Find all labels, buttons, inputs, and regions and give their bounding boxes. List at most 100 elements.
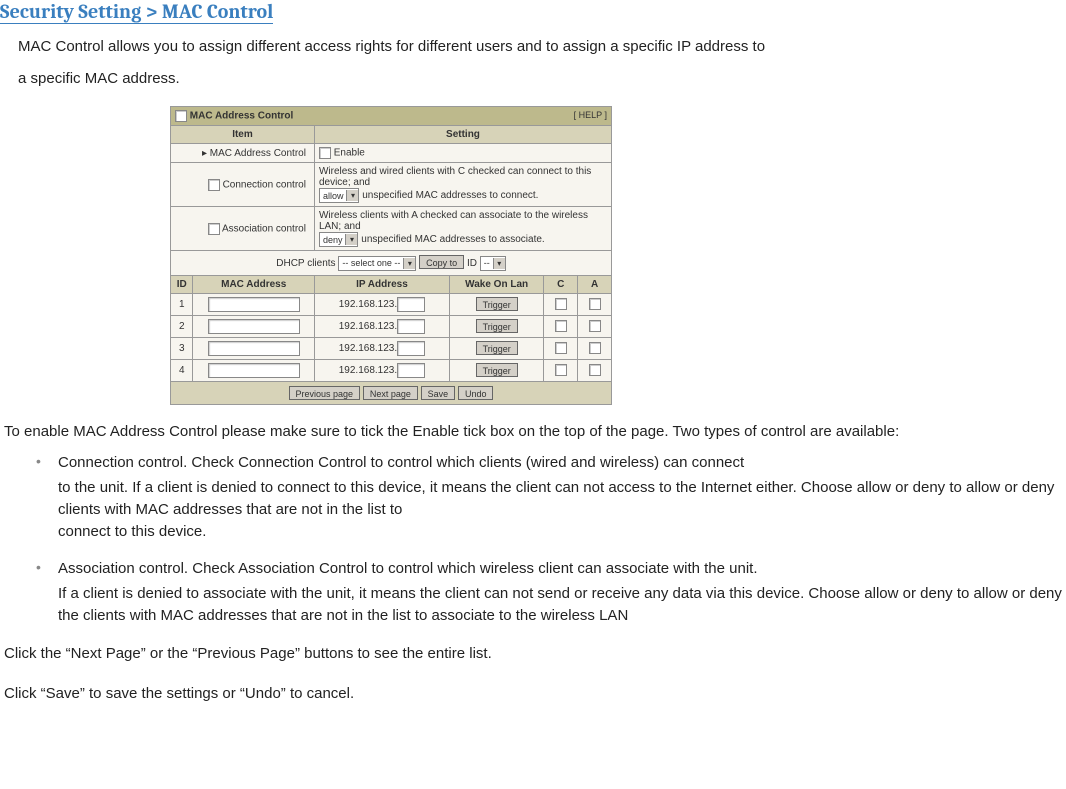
connection-control-checkbox[interactable] — [208, 179, 220, 191]
ip-cell: 192.168.123. — [314, 293, 449, 315]
assoc-policy-value: deny — [323, 235, 343, 245]
wol-cell: Trigger — [449, 359, 543, 381]
c-cell — [544, 359, 578, 381]
a-checkbox[interactable] — [589, 320, 601, 332]
row-id: 4 — [171, 359, 193, 381]
association-control-label: Association control — [222, 223, 306, 234]
assoc-text2: unspecified MAC addresses to associate. — [361, 234, 544, 245]
control-types-list: Connection control. Check Connection Con… — [36, 451, 1066, 627]
a-cell — [578, 293, 612, 315]
trigger-button[interactable]: Trigger — [476, 297, 518, 311]
ip-cell: 192.168.123. — [314, 315, 449, 337]
ip-cell: 192.168.123. — [314, 337, 449, 359]
row-id: 2 — [171, 315, 193, 337]
panel-collapse-icon[interactable] — [175, 110, 187, 122]
c-checkbox[interactable] — [555, 298, 567, 310]
mac-input[interactable] — [208, 319, 300, 334]
intro-para-2: a specific MAC address. — [18, 66, 1066, 92]
enable-checkbox[interactable] — [319, 147, 331, 159]
assoc-policy-select[interactable]: deny ▾ — [319, 232, 359, 247]
a-cell — [578, 337, 612, 359]
mac-cell — [193, 293, 314, 315]
ip-suffix-input[interactable] — [397, 319, 425, 334]
conn-text1: Wireless and wired clients with C checke… — [319, 166, 591, 188]
conn-policy-select[interactable]: allow ▾ — [319, 188, 360, 203]
nav-instruction: Click the “Next Page” or the “Previous P… — [4, 641, 1066, 667]
footer-buttons: Previous page Next page Save Undo — [171, 381, 612, 404]
trigger-button[interactable]: Trigger — [476, 319, 518, 333]
dhcp-label: DHCP clients — [276, 258, 335, 269]
a-checkbox[interactable] — [589, 342, 601, 354]
mac-input[interactable] — [208, 341, 300, 356]
ip-prefix: 192.168.123. — [339, 299, 397, 310]
grid-h-id: ID — [171, 275, 193, 293]
table-row: 1 192.168.123. Trigger — [171, 293, 612, 315]
id-select[interactable]: -- ▾ — [480, 256, 506, 271]
col-setting-header: Setting — [314, 126, 611, 144]
dhcp-select[interactable]: -- select one -- ▾ — [338, 256, 416, 271]
id-label: ID — [467, 258, 477, 269]
mac-control-label: ▸ MAC Address Control — [171, 144, 315, 163]
enable-label: Enable — [334, 148, 365, 159]
connection-control-cell: Connection control — [171, 163, 315, 207]
a-cell — [578, 359, 612, 381]
association-control-item: Association control. Check Association C… — [36, 557, 1066, 627]
wol-cell: Trigger — [449, 337, 543, 359]
intro-para-1: MAC Control allows you to assign differe… — [18, 34, 1066, 60]
assoc-text1: Wireless clients with A checked can asso… — [319, 210, 588, 232]
trigger-button[interactable]: Trigger — [476, 363, 518, 377]
chevron-down-icon: ▾ — [346, 190, 358, 201]
table-row: 2 192.168.123. Trigger — [171, 315, 612, 337]
assoc-body: If a client is denied to associate with … — [58, 583, 1066, 627]
conn-text2: unspecified MAC addresses to connect. — [362, 190, 538, 201]
a-checkbox[interactable] — [589, 298, 601, 310]
save-instruction: Click “Save” to save the settings or “Un… — [4, 681, 1066, 707]
c-checkbox[interactable] — [555, 320, 567, 332]
ip-cell: 192.168.123. — [314, 359, 449, 381]
mac-input[interactable] — [208, 363, 300, 378]
col-item-header: Item — [171, 126, 315, 144]
trigger-button[interactable]: Trigger — [476, 341, 518, 355]
mac-cell — [193, 337, 314, 359]
connection-control-item: Connection control. Check Connection Con… — [36, 451, 1066, 543]
assoc-head: Association control. Check Association C… — [58, 557, 1066, 581]
chevron-down-icon: ▾ — [403, 258, 415, 269]
association-control-cell: Association control — [171, 207, 315, 251]
router-screenshot: MAC Address Control [ HELP ] Item Settin… — [170, 106, 1066, 405]
ip-prefix: 192.168.123. — [339, 321, 397, 332]
wol-cell: Trigger — [449, 315, 543, 337]
c-cell — [544, 293, 578, 315]
ip-suffix-input[interactable] — [397, 363, 425, 378]
conn-policy-value: allow — [323, 191, 344, 201]
grid-h-mac: MAC Address — [193, 275, 314, 293]
grid-h-a: A — [578, 275, 612, 293]
c-checkbox[interactable] — [555, 342, 567, 354]
undo-button[interactable]: Undo — [458, 386, 494, 400]
mac-control-setting: Enable — [314, 144, 611, 163]
wol-cell: Trigger — [449, 293, 543, 315]
c-checkbox[interactable] — [555, 364, 567, 376]
copy-to-button[interactable]: Copy to — [419, 255, 464, 269]
id-select-value: -- — [484, 258, 490, 268]
association-control-checkbox[interactable] — [208, 223, 220, 235]
prev-page-button[interactable]: Previous page — [289, 386, 361, 400]
help-link[interactable]: [ HELP ] — [574, 110, 607, 120]
page-title: Security Setting > MAC Control — [0, 0, 273, 24]
ip-suffix-input[interactable] — [397, 341, 425, 356]
next-page-button[interactable]: Next page — [363, 386, 418, 400]
chevron-down-icon: ▾ — [345, 234, 357, 245]
ip-prefix: 192.168.123. — [339, 343, 397, 354]
conn-head: Connection control. Check Connection Con… — [58, 451, 1066, 475]
grid-h-c: C — [544, 275, 578, 293]
dhcp-select-value: -- select one -- — [342, 258, 400, 268]
connection-control-setting: Wireless and wired clients with C checke… — [314, 163, 611, 207]
row-id: 1 — [171, 293, 193, 315]
mac-cell — [193, 315, 314, 337]
mac-input[interactable] — [208, 297, 300, 312]
a-checkbox[interactable] — [589, 364, 601, 376]
connection-control-label: Connection control — [223, 179, 306, 190]
ip-suffix-input[interactable] — [397, 297, 425, 312]
save-button[interactable]: Save — [421, 386, 456, 400]
ip-prefix: 192.168.123. — [339, 365, 397, 376]
enable-instruction: To enable MAC Address Control please mak… — [4, 419, 1066, 445]
